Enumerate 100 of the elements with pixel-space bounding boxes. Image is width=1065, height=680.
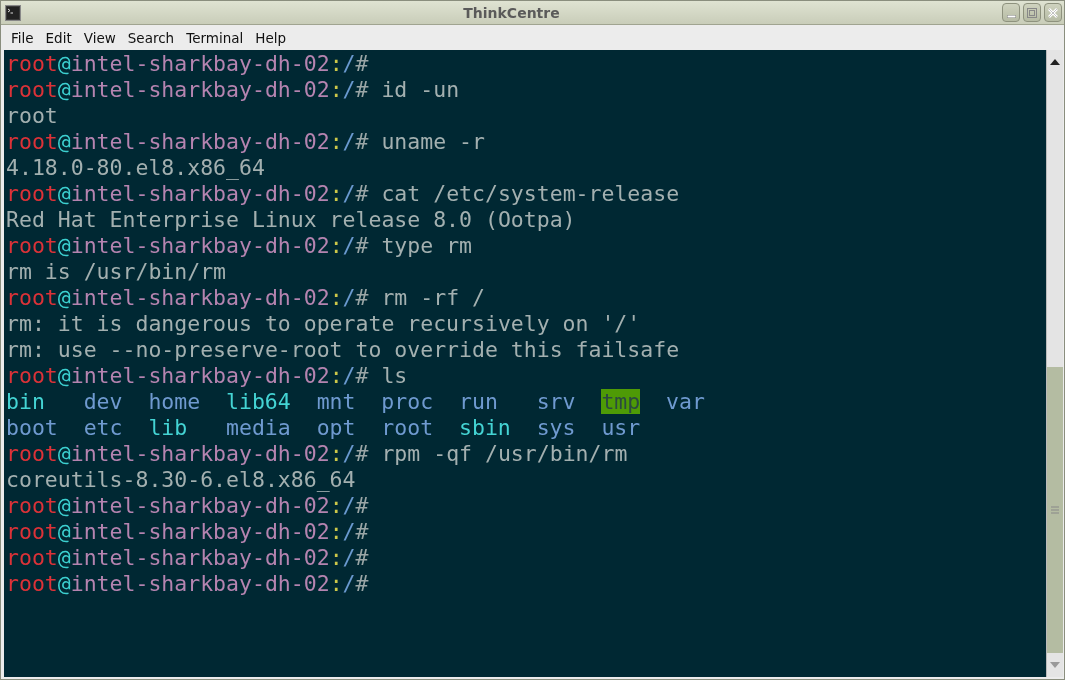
prompt-sign: # [355,519,369,545]
listing-entry: var [666,389,705,414]
prompt-user: root [6,519,58,545]
scrollbar-thumb[interactable] [1047,367,1063,653]
prompt-path: / [342,77,356,103]
listing-entry: boot [6,415,58,440]
prompt-at-sign: @ [57,129,71,155]
prompt-at-sign: @ [57,285,71,311]
prompt-user: root [6,285,58,311]
prompt-path: / [342,285,356,311]
prompt-path: / [342,233,356,259]
grip-icon [1051,506,1059,514]
maximize-button[interactable] [1023,3,1041,22]
prompt-host: intel-sharkbay-dh-02 [70,545,330,571]
prompt-colon: : [329,129,343,155]
prompt-sign: # [355,129,369,155]
output-text: 4.18.0-80.el8.x86_64 [6,155,265,181]
prompt-user: root [6,181,58,207]
prompt-at-sign: @ [57,363,71,389]
menu-item[interactable]: Search [121,27,181,48]
prompt-colon: : [329,77,343,103]
prompt-path: / [342,519,356,545]
prompt-at-sign: @ [57,571,71,597]
output-text: rm: use --no-preserve-root to override this failsafe [6,337,680,363]
prompt-colon: : [329,181,343,207]
listing-entry: home [148,389,201,414]
command-text: ls [381,363,408,389]
prompt-colon: : [329,51,343,77]
prompt-colon: : [329,441,343,467]
scroll-down-arrow-icon[interactable] [1050,662,1060,668]
command-text: id -un [381,77,460,103]
prompt-user: root [6,363,58,389]
minimize-button[interactable] [1002,3,1020,22]
prompt-at-sign: @ [57,181,71,207]
listing-entry: media [226,415,291,440]
menu-item[interactable]: File [5,27,40,48]
listing-entry: tmp [601,389,641,414]
close-icon [1047,6,1059,19]
prompt-user: root [6,441,58,467]
prompt-sign: # [355,545,369,571]
listing-entry: sbin [459,415,511,440]
prompt-host: intel-sharkbay-dh-02 [70,571,330,597]
listing-entry: bin [6,389,45,414]
prompt-colon: : [329,233,343,259]
prompt-colon: : [329,363,343,389]
prompt-colon: : [329,545,343,571]
menu-item[interactable]: View [77,27,122,48]
listing-entry: sys [536,415,576,440]
prompt-sign: # [355,493,369,519]
listing-entry: root [381,415,434,440]
prompt-at-sign: @ [57,77,71,103]
listing-entry: opt [316,415,356,440]
listing-entry: mnt [316,389,356,414]
prompt-sign: # [355,77,369,103]
scroll-up-arrow-icon[interactable] [1050,59,1060,65]
prompt-at-sign: @ [57,519,71,545]
prompt-host: intel-sharkbay-dh-02 [70,441,330,467]
menu-item[interactable]: Help [249,27,293,48]
prompt-colon: : [329,493,343,519]
prompt-host: intel-sharkbay-dh-02 [70,77,330,103]
prompt-sign: # [355,233,369,259]
listing-entry: etc [83,415,123,440]
prompt-at-sign: @ [57,545,71,571]
prompt-user: root [6,77,58,103]
menu-item[interactable]: Edit [39,27,78,48]
prompt-colon: : [329,285,343,311]
prompt-host: intel-sharkbay-dh-02 [70,181,330,207]
prompt-path: / [342,545,356,571]
prompt-path: / [342,129,356,155]
minimize-icon [1006,15,1016,18]
listing-entry: run [459,389,498,414]
prompt-path: / [342,441,356,467]
close-button[interactable] [1044,3,1062,22]
prompt-colon: : [329,519,343,545]
prompt-colon: : [329,571,343,597]
menu-item[interactable]: Terminal [180,27,250,48]
window-title: ThinkCentre [462,4,561,21]
prompt-host: intel-sharkbay-dh-02 [70,519,330,545]
prompt-at-sign: @ [57,51,71,77]
command-text: type rm [381,233,473,259]
prompt-host: intel-sharkbay-dh-02 [70,363,330,389]
scrollbar[interactable] [1046,50,1063,677]
listing-entry: dev [83,389,123,414]
output-text: root [6,103,58,129]
prompt-user: root [6,51,58,77]
prompt-sign: # [355,285,369,311]
prompt-host: intel-sharkbay-dh-02 [70,51,330,77]
prompt-user: root [6,571,58,597]
output-text: coreutils-8.30-6.el8.x86_64 [6,467,356,493]
prompt-host: intel-sharkbay-dh-02 [70,493,330,519]
listing-entry: usr [601,415,641,440]
listing-entry: lib [148,415,188,440]
prompt-at-sign: @ [57,441,71,467]
prompt-sign: # [355,181,369,207]
output-text: rm: it is dangerous to operate recursively on '/' [6,311,641,337]
listing-entry: lib64 [226,389,291,414]
listing-entry: proc [381,389,434,414]
prompt-sign: # [355,51,369,77]
prompt-host: intel-sharkbay-dh-02 [70,285,330,311]
prompt-host: intel-sharkbay-dh-02 [70,233,330,259]
